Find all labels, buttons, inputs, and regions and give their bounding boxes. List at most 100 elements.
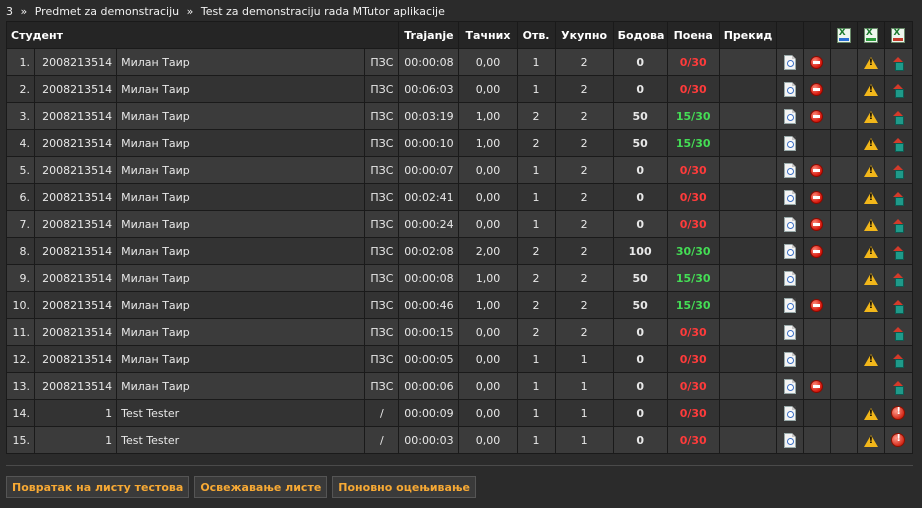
warning-icon[interactable] — [863, 299, 878, 312]
warning-icon[interactable] — [863, 245, 878, 258]
warn-cell — [856, 237, 885, 265]
document-preview-icon[interactable] — [783, 405, 796, 421]
header-total: Укупно — [554, 21, 614, 49]
document-preview-icon[interactable] — [783, 297, 796, 313]
home-icon[interactable] — [892, 83, 904, 98]
student-group-text: ПЗС — [370, 217, 394, 231]
answered-cell-text: 2 — [532, 271, 540, 285]
total-cell: 1 — [554, 345, 614, 373]
stop-cell — [802, 426, 831, 454]
stop-icon[interactable] — [810, 163, 824, 177]
warning-icon[interactable] — [863, 191, 878, 204]
back-to-tests-button[interactable]: Повратак на листу тестова — [6, 476, 190, 498]
total-cell: 1 — [554, 426, 614, 454]
warning-icon[interactable] — [863, 164, 878, 177]
score-cell: 30/30 — [666, 237, 720, 265]
excel-export-icon[interactable] — [891, 27, 906, 43]
breadcrumb-item-root[interactable]: 3 — [6, 5, 13, 18]
stop-icon[interactable] — [810, 109, 824, 123]
details-cell — [775, 102, 804, 130]
end-cell — [883, 264, 914, 292]
points-cell: 0 — [612, 210, 668, 238]
document-preview-icon[interactable] — [783, 351, 796, 367]
points-cell-text: 50 — [632, 136, 648, 150]
stop-icon[interactable] — [810, 190, 824, 204]
home-icon[interactable] — [892, 245, 904, 260]
home-icon[interactable] — [892, 326, 904, 341]
alert-icon[interactable] — [891, 433, 906, 447]
document-preview-icon[interactable] — [783, 270, 796, 286]
warning-icon[interactable] — [863, 353, 878, 366]
student-group: / — [364, 399, 400, 427]
answered-cell: 2 — [516, 291, 556, 319]
stop-icon[interactable] — [810, 244, 824, 258]
warning-icon[interactable] — [863, 110, 878, 123]
home-icon[interactable] — [892, 164, 904, 179]
warning-icon[interactable] — [863, 137, 878, 150]
warning-icon[interactable] — [863, 434, 878, 447]
stop-icon[interactable] — [810, 298, 824, 312]
points-cell: 100 — [612, 237, 668, 265]
home-icon[interactable] — [892, 191, 904, 206]
student-group-text: / — [380, 433, 384, 447]
table-row: 10. 2008213514 Милан Таир ПЗС 00:00:46 1,00 2 2… — [5, 291, 914, 319]
home-icon[interactable] — [892, 56, 904, 71]
answered-cell: 1 — [516, 399, 556, 427]
header-student: Студент — [5, 21, 400, 49]
score-cell-text: 0/30 — [679, 379, 707, 393]
points-cell: 0 — [612, 345, 668, 373]
regrade-button[interactable]: Поновно оцењивање — [332, 476, 476, 498]
home-icon[interactable] — [892, 137, 904, 152]
home-icon[interactable] — [892, 380, 904, 395]
student-id: 2008213514 — [34, 102, 118, 130]
document-preview-icon[interactable] — [783, 432, 796, 448]
stop-icon[interactable] — [810, 217, 824, 231]
home-icon[interactable] — [892, 353, 904, 368]
excel-export-icon[interactable] — [863, 27, 878, 43]
answered-cell-text: 1 — [532, 379, 540, 393]
document-preview-icon[interactable] — [783, 54, 796, 70]
score-cell: 0/30 — [666, 156, 720, 184]
student-group-text: ПЗС — [370, 379, 394, 393]
total-cell-text: 2 — [580, 217, 588, 231]
document-preview-icon[interactable] — [783, 216, 796, 232]
empty-cell — [829, 372, 858, 400]
document-preview-icon[interactable] — [783, 135, 796, 151]
document-preview-icon[interactable] — [783, 108, 796, 124]
stop-cell — [802, 291, 831, 319]
stop-icon[interactable] — [810, 55, 824, 69]
breadcrumb-item-course[interactable]: Predmet za demonstraciju — [35, 5, 179, 18]
end-cell — [883, 183, 914, 211]
answered-cell-text: 1 — [532, 55, 540, 69]
document-preview-icon[interactable] — [783, 162, 796, 178]
warning-icon[interactable] — [863, 218, 878, 231]
home-icon[interactable] — [892, 272, 904, 287]
duration-cell-text: 00:02:41 — [404, 190, 454, 204]
row-number-text: 3. — [19, 109, 31, 123]
stop-icon[interactable] — [810, 82, 824, 96]
document-preview-icon[interactable] — [783, 378, 796, 394]
total-cell: 2 — [554, 75, 614, 103]
warning-icon[interactable] — [863, 272, 878, 285]
student-name: Милан Таир — [116, 48, 366, 76]
student-id-text: 2008213514 — [42, 379, 113, 393]
warning-icon[interactable] — [863, 56, 878, 69]
home-icon[interactable] — [892, 299, 904, 314]
refresh-list-button[interactable]: Освежавање листе — [194, 476, 328, 498]
excel-export-icon[interactable] — [836, 27, 851, 43]
document-preview-icon[interactable] — [783, 81, 796, 97]
document-preview-icon[interactable] — [783, 324, 796, 340]
stop-icon[interactable] — [810, 379, 824, 393]
warn-cell — [856, 345, 885, 373]
alert-icon[interactable] — [891, 406, 906, 420]
student-group: ПЗС — [364, 372, 400, 400]
table-row: 9. 2008213514 Милан Таир ПЗС 00:00:08 1,00 2 2 5… — [5, 264, 914, 292]
details-cell — [775, 156, 804, 184]
home-icon[interactable] — [892, 110, 904, 125]
home-icon[interactable] — [892, 218, 904, 233]
document-preview-icon[interactable] — [783, 189, 796, 205]
warning-icon[interactable] — [863, 83, 878, 96]
interrupt-cell — [718, 264, 777, 292]
document-preview-icon[interactable] — [783, 243, 796, 259]
warning-icon[interactable] — [863, 407, 878, 420]
